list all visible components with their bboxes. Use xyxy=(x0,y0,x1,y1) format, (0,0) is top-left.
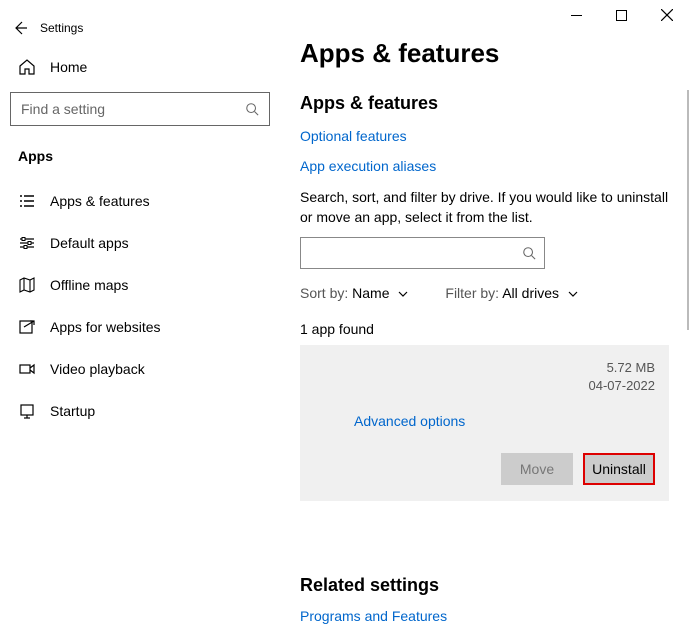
sidebar-item-label: Startup xyxy=(50,403,95,419)
tile-top: 5.72 MB 04-07-2022 xyxy=(314,359,655,399)
startup-icon xyxy=(18,402,36,420)
description-text: Search, sort, and filter by drive. If yo… xyxy=(300,188,669,227)
close-button[interactable] xyxy=(644,0,689,30)
filter-value: All drives xyxy=(502,285,559,301)
app-search-input[interactable] xyxy=(309,245,522,261)
home-nav[interactable]: Home xyxy=(0,46,280,88)
arrow-left-icon xyxy=(12,20,28,36)
close-icon xyxy=(661,9,673,21)
app-execution-aliases-link[interactable]: App execution aliases xyxy=(300,158,669,174)
uninstall-button[interactable]: Uninstall xyxy=(583,453,655,485)
main-content: Apps & features Apps & features Optional… xyxy=(280,0,689,587)
app-size: 5.72 MB xyxy=(589,359,656,377)
sidebar-item-apps-websites[interactable]: Apps for websites xyxy=(0,306,280,348)
minimize-icon xyxy=(571,10,582,21)
app-meta: 5.72 MB 04-07-2022 xyxy=(589,359,656,399)
home-label: Home xyxy=(50,59,87,75)
back-button[interactable] xyxy=(0,10,40,46)
sidebar-item-video-playback[interactable]: Video playback xyxy=(0,348,280,390)
sidebar: Settings Home Apps Apps & features Defau… xyxy=(0,0,280,587)
sidebar-item-label: Default apps xyxy=(50,235,129,251)
settings-search-input[interactable] xyxy=(21,101,245,117)
programs-features-link[interactable]: Programs and Features xyxy=(300,608,669,624)
sidebar-item-label: Video playback xyxy=(50,361,145,377)
sliders-icon xyxy=(18,234,36,252)
related-settings-title: Related settings xyxy=(300,575,669,596)
chevron-down-icon xyxy=(397,288,409,300)
sidebar-item-default-apps[interactable]: Default apps xyxy=(0,222,280,264)
list-icon xyxy=(18,192,36,210)
settings-search-wrap xyxy=(10,92,270,126)
section-title: Apps & features xyxy=(300,93,669,114)
chevron-down-icon xyxy=(567,288,579,300)
app-date: 04-07-2022 xyxy=(589,377,656,395)
filter-by-dropdown[interactable]: Filter by: All drives xyxy=(445,285,579,301)
sort-filter-row: Sort by: Name Filter by: All drives xyxy=(300,285,669,301)
sidebar-section-label: Apps xyxy=(0,142,280,180)
sidebar-item-label: Apps for websites xyxy=(50,319,161,335)
maximize-button[interactable] xyxy=(599,0,644,30)
sort-value: Name xyxy=(352,285,389,301)
open-app-icon xyxy=(18,318,36,336)
sidebar-item-startup[interactable]: Startup xyxy=(0,390,280,432)
sidebar-item-offline-maps[interactable]: Offline maps xyxy=(0,264,280,306)
advanced-options-link[interactable]: Advanced options xyxy=(354,413,655,429)
filter-label: Filter by: xyxy=(445,285,499,301)
sidebar-item-label: Apps & features xyxy=(50,193,150,209)
sort-by-dropdown[interactable]: Sort by: Name xyxy=(300,285,409,301)
window-controls xyxy=(554,0,689,30)
optional-features-link[interactable]: Optional features xyxy=(300,128,669,144)
search-icon xyxy=(245,102,259,116)
header-row: Settings xyxy=(0,10,280,46)
maximize-icon xyxy=(616,10,627,21)
minimize-button[interactable] xyxy=(554,0,599,30)
video-icon xyxy=(18,360,36,378)
move-button: Move xyxy=(501,453,573,485)
result-count: 1 app found xyxy=(300,321,669,337)
search-icon xyxy=(522,246,536,260)
map-icon xyxy=(18,276,36,294)
home-icon xyxy=(18,58,36,76)
sort-label: Sort by: xyxy=(300,285,348,301)
sidebar-item-apps-features[interactable]: Apps & features xyxy=(0,180,280,222)
tile-buttons: Move Uninstall xyxy=(314,453,655,485)
settings-search[interactable] xyxy=(10,92,270,126)
window-title: Settings xyxy=(40,21,83,35)
app-tile[interactable]: 5.72 MB 04-07-2022 Advanced options Move… xyxy=(300,345,669,501)
sidebar-item-label: Offline maps xyxy=(50,277,128,293)
page-title: Apps & features xyxy=(300,38,669,69)
app-search[interactable] xyxy=(300,237,545,269)
app-icon xyxy=(314,359,354,399)
